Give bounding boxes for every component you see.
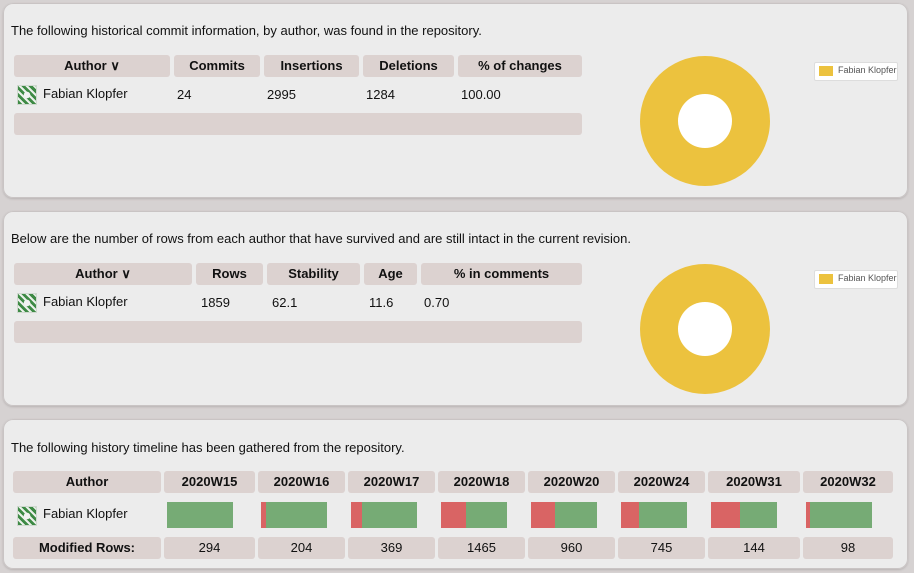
timeline-bar bbox=[711, 502, 777, 528]
commits-table-footer bbox=[14, 113, 582, 135]
timeline-bar bbox=[806, 502, 872, 528]
legend-label: Fabian Klopfer bbox=[838, 65, 897, 75]
timeline-week-header: 2020W15 bbox=[164, 471, 255, 493]
timeline-week-header: 2020W18 bbox=[438, 471, 525, 493]
timeline-week-header: 2020W24 bbox=[618, 471, 705, 493]
commits-author: Fabian Klopfer bbox=[43, 86, 128, 101]
author-avatar bbox=[17, 85, 37, 105]
timeline-bar-removed bbox=[531, 502, 555, 528]
author-avatar bbox=[17, 293, 37, 313]
commits-intro: The following historical commit informat… bbox=[11, 23, 482, 38]
legend-label: Fabian Klopfer bbox=[838, 273, 897, 283]
timeline-week-header: 2020W31 bbox=[708, 471, 800, 493]
commits-header-percent[interactable]: % of changes bbox=[458, 55, 582, 77]
survived-donut-chart bbox=[640, 264, 770, 394]
timeline-bar-added bbox=[555, 502, 597, 528]
timeline-week-header: 2020W32 bbox=[803, 471, 893, 493]
timeline-author: Fabian Klopfer bbox=[43, 506, 128, 521]
timeline-week-header: 2020W17 bbox=[348, 471, 435, 493]
timeline-bar-added bbox=[740, 502, 777, 528]
timeline-bar bbox=[531, 502, 597, 528]
commits-insertions: 2995 bbox=[267, 87, 296, 102]
commits-deletions: 1284 bbox=[366, 87, 395, 102]
timeline-bar-added bbox=[266, 502, 327, 528]
survived-header-comments[interactable]: % in comments bbox=[421, 263, 582, 285]
commits-panel: The following historical commit informat… bbox=[3, 3, 908, 198]
timeline-modified-value: 1465 bbox=[438, 537, 525, 559]
timeline-bar bbox=[261, 502, 327, 528]
survived-age: 11.6 bbox=[369, 295, 394, 310]
commits-header-author[interactable]: Author ∨ bbox=[14, 55, 170, 77]
survived-intro: Below are the number of rows from each a… bbox=[11, 231, 631, 246]
commits-legend[interactable]: Fabian Klopfer bbox=[814, 62, 898, 81]
timeline-bar bbox=[167, 502, 233, 528]
timeline-intro: The following history timeline has been … bbox=[11, 440, 405, 455]
survived-header-age[interactable]: Age bbox=[364, 263, 417, 285]
timeline-header-author: Author bbox=[13, 471, 161, 493]
survived-table-footer bbox=[14, 321, 582, 343]
timeline-bar-added bbox=[362, 502, 417, 528]
timeline-modified-value: 294 bbox=[164, 537, 255, 559]
timeline-modified-value: 204 bbox=[258, 537, 345, 559]
timeline-panel: The following history timeline has been … bbox=[3, 419, 908, 569]
author-avatar bbox=[17, 506, 37, 526]
survived-stability: 62.1 bbox=[272, 295, 298, 310]
timeline-bar-removed bbox=[441, 502, 466, 528]
timeline-modified-value: 369 bbox=[348, 537, 435, 559]
commits-donut-chart bbox=[640, 56, 770, 186]
legend-swatch bbox=[819, 66, 833, 76]
timeline-bar-added bbox=[466, 502, 507, 528]
timeline-week-header: 2020W20 bbox=[528, 471, 615, 493]
timeline-modified-value: 98 bbox=[803, 537, 893, 559]
legend-swatch bbox=[819, 274, 833, 284]
timeline-bar-removed bbox=[711, 502, 740, 528]
timeline-bar bbox=[621, 502, 687, 528]
survived-comments: 0.70 bbox=[424, 295, 450, 310]
timeline-modified-value: 960 bbox=[528, 537, 615, 559]
survived-header-stability[interactable]: Stability bbox=[267, 263, 360, 285]
survived-rows: 1859 bbox=[201, 295, 230, 310]
survived-header-author[interactable]: Author ∨ bbox=[14, 263, 192, 285]
modified-rows-label: Modified Rows: bbox=[13, 537, 161, 559]
timeline-modified-value: 144 bbox=[708, 537, 800, 559]
timeline-bar-added bbox=[167, 502, 233, 528]
timeline-bar-removed bbox=[351, 502, 362, 528]
timeline-bar-removed bbox=[621, 502, 639, 528]
commits-header-deletions[interactable]: Deletions bbox=[363, 55, 454, 77]
survived-author: Fabian Klopfer bbox=[43, 294, 128, 309]
timeline-modified-value: 745 bbox=[618, 537, 705, 559]
timeline-bar-added bbox=[639, 502, 687, 528]
timeline-bar bbox=[351, 502, 417, 528]
commits-count: 24 bbox=[177, 87, 192, 102]
commits-percent: 100.00 bbox=[461, 87, 501, 102]
survived-legend[interactable]: Fabian Klopfer bbox=[814, 270, 898, 289]
timeline-bar-added bbox=[810, 502, 872, 528]
survived-header-rows[interactable]: Rows bbox=[196, 263, 263, 285]
timeline-bar bbox=[441, 502, 507, 528]
commits-header-commits[interactable]: Commits bbox=[174, 55, 260, 77]
survived-panel: Below are the number of rows from each a… bbox=[3, 211, 908, 406]
commits-header-insertions[interactable]: Insertions bbox=[264, 55, 359, 77]
timeline-week-header: 2020W16 bbox=[258, 471, 345, 493]
